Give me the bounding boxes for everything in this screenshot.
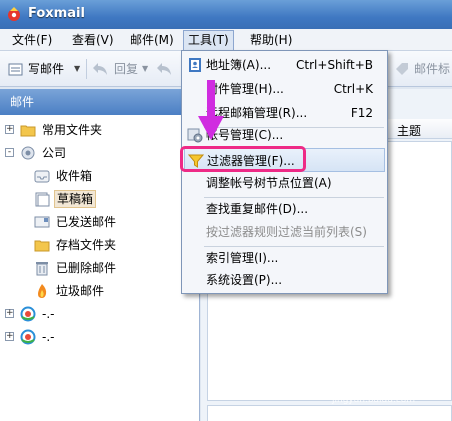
tree-item-label: 已删除邮件 bbox=[56, 261, 117, 275]
menu-item-index-manager[interactable]: 索引管理(I)... bbox=[184, 246, 385, 270]
menu-file[interactable]: 文件(F) bbox=[8, 31, 56, 49]
tree-item-company-account[interactable]: - 公司 bbox=[0, 142, 199, 164]
tree-item-junk[interactable]: 垃圾邮件 bbox=[0, 280, 199, 302]
account-icon bbox=[20, 329, 36, 345]
menu-item-system-settings[interactable]: 系统设置(P)... bbox=[184, 268, 385, 292]
tree-item-account[interactable]: + -.- bbox=[0, 326, 199, 348]
account-icon bbox=[21, 146, 35, 160]
collapse-icon[interactable]: - bbox=[5, 148, 14, 157]
tree-item-drafts[interactable]: 草稿箱 bbox=[0, 188, 199, 210]
tag-icon bbox=[396, 63, 408, 75]
menu-view[interactable]: 查看(V) bbox=[68, 31, 118, 49]
annotation-arrow-icon bbox=[198, 80, 224, 140]
menu-item-shortcut: F12 bbox=[350, 106, 373, 120]
account-icon bbox=[20, 306, 36, 322]
tree-item-label: 存档文件夹 bbox=[56, 238, 117, 252]
junk-icon bbox=[38, 284, 47, 298]
watermark-logo: Baidu经验 bbox=[330, 374, 424, 395]
sent-icon bbox=[34, 216, 50, 228]
expand-icon[interactable]: + bbox=[5, 309, 14, 318]
reply-button[interactable]: 回复 bbox=[114, 60, 138, 78]
menu-item-label: 地址簿(A)... bbox=[206, 58, 272, 72]
toolbar-separator bbox=[86, 59, 87, 79]
folder-icon bbox=[34, 240, 50, 252]
tree-item-label: 垃圾邮件 bbox=[56, 284, 105, 298]
tree-item-label: 草稿箱 bbox=[54, 190, 97, 208]
tag-button[interactable]: 邮件标 bbox=[414, 60, 450, 78]
menu-item-apply-filters: 按过滤器规则过滤当前列表(S) bbox=[184, 220, 385, 244]
tree-item-sent[interactable]: 已发送邮件 bbox=[0, 211, 199, 233]
watermark-url: jingyan.baidu.com bbox=[332, 395, 416, 405]
folder-icon bbox=[20, 125, 36, 137]
menu-mail[interactable]: 邮件(M) bbox=[126, 31, 178, 49]
expand-icon[interactable]: + bbox=[5, 332, 14, 341]
tree-item-inbox[interactable]: 收件箱 bbox=[0, 165, 199, 187]
compose-button[interactable]: 写邮件 bbox=[28, 60, 64, 78]
menu-item-address-book[interactable]: 地址簿(A)... Ctrl+Shift+B bbox=[184, 53, 385, 77]
trash-icon bbox=[36, 262, 48, 276]
menu-tools[interactable]: 工具(T) bbox=[183, 30, 234, 51]
drafts-icon bbox=[35, 192, 50, 207]
expand-icon[interactable]: + bbox=[5, 125, 14, 134]
menu-item-label: 按过滤器规则过滤当前列表(S) bbox=[206, 225, 367, 239]
preview-pane bbox=[207, 405, 452, 421]
menu-item-shortcut: Ctrl+K bbox=[333, 82, 373, 96]
address-book-icon bbox=[189, 58, 201, 72]
tree-item-archive[interactable]: 存档文件夹 bbox=[0, 234, 199, 256]
reply-all-icon bbox=[157, 63, 171, 75]
reply-icon bbox=[93, 63, 107, 75]
tree-item-deleted[interactable]: 已删除邮件 bbox=[0, 257, 199, 279]
tree-item-account[interactable]: + -.- bbox=[0, 303, 199, 325]
tree-item-favorites[interactable]: + 常用文件夹 bbox=[0, 119, 199, 141]
menu-item-find-duplicates[interactable]: 查找重复邮件(D)... bbox=[184, 197, 385, 221]
annotation-highlight-box bbox=[180, 146, 306, 172]
compose-icon bbox=[8, 63, 23, 76]
menu-help[interactable]: 帮助(H) bbox=[246, 31, 296, 49]
tree-item-label: 常用文件夹 bbox=[42, 123, 103, 137]
menu-item-label: 查找重复邮件(D)... bbox=[206, 202, 309, 216]
foxmail-logo-icon bbox=[8, 7, 20, 21]
tree-item-label: -.- bbox=[42, 330, 55, 344]
title-bar: Foxmail bbox=[0, 0, 452, 29]
chevron-down-icon[interactable]: ▼ bbox=[142, 64, 148, 73]
window-title: Foxmail bbox=[28, 6, 85, 21]
column-subject[interactable]: 主题 bbox=[397, 122, 421, 139]
tree-item-label: 收件箱 bbox=[56, 169, 93, 183]
tree-item-label: 已发送邮件 bbox=[56, 215, 117, 229]
chevron-down-icon[interactable]: ▼ bbox=[74, 64, 80, 73]
menu-item-label: 系统设置(P)... bbox=[206, 273, 283, 287]
menu-item-label: 调整帐号树节点位置(A) bbox=[206, 176, 332, 190]
inbox-icon bbox=[34, 170, 50, 183]
folder-pane-header: 邮件 bbox=[0, 89, 199, 115]
tree-item-label: 公司 bbox=[42, 146, 67, 160]
menu-item-shortcut: Ctrl+Shift+B bbox=[296, 58, 373, 72]
menu-item-adjust-account-tree[interactable]: 调整帐号树节点位置(A) bbox=[184, 171, 385, 195]
menu-item-label: 索引管理(I)... bbox=[206, 251, 279, 265]
tree-item-label: -.- bbox=[42, 307, 55, 321]
folder-pane: 邮件 + 常用文件夹 - 公司 收件箱 草稿箱 已发送邮件 存档文件夹 已删除邮… bbox=[0, 89, 200, 421]
menu-bar: 文件(F) 查看(V) 邮件(M) 工具(T) 帮助(H) bbox=[0, 29, 452, 51]
